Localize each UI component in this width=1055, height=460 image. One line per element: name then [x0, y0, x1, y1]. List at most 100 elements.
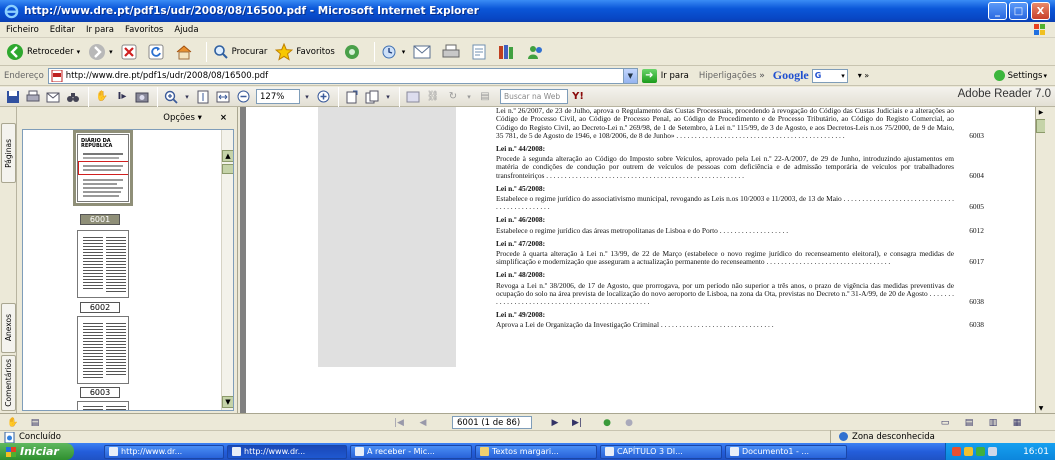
doc-scroll-thumb[interactable] — [1036, 119, 1045, 133]
zoom-in-icon[interactable] — [162, 89, 180, 105]
yahoo-search-icon[interactable]: Y! — [568, 89, 588, 105]
page-thumbnail-3[interactable] — [77, 316, 129, 384]
zoom-dropdown-icon[interactable]: ▾ — [302, 89, 312, 105]
bookmark-icon[interactable]: ▤ — [476, 89, 494, 105]
snapshot-icon[interactable] — [133, 89, 151, 105]
hand-tool-icon[interactable]: ✋ — [93, 89, 111, 105]
refresh-button[interactable] — [146, 41, 169, 63]
edit-button[interactable] — [469, 41, 492, 63]
document-view[interactable]: Primeira alteração, por apreciação parla… — [240, 107, 1045, 413]
email-icon[interactable] — [44, 89, 62, 105]
zoom-out-circle-icon[interactable] — [234, 89, 252, 105]
menu-favoritos[interactable]: Favoritos — [125, 25, 163, 35]
page-number-input[interactable]: 6001 (1 de 86) — [452, 416, 532, 429]
layout-icon[interactable]: ▤ — [28, 416, 42, 429]
pages-icon[interactable] — [363, 89, 381, 105]
menu-editar[interactable]: Editar — [50, 25, 75, 35]
search-web-input[interactable]: Buscar na Web — [500, 89, 568, 104]
google-toolbar-chevron-icon[interactable]: ▾ » — [858, 71, 869, 80]
zoom-in-circle-icon[interactable] — [314, 89, 332, 105]
task-ie-2[interactable]: http://www.dr... — [227, 444, 347, 459]
search-button[interactable]: Procurar — [211, 41, 270, 63]
page-thumbnail-1[interactable]: DIÁRIO DA REPÚBLICA — [73, 130, 133, 206]
tray-network-icon[interactable] — [964, 447, 973, 456]
page-thumbnail-4[interactable] — [77, 401, 129, 410]
task-word-1[interactable]: CAPÍTULO 3 DI... — [600, 444, 722, 459]
tray-volume-icon[interactable] — [988, 447, 997, 456]
rotate-icon[interactable] — [343, 89, 361, 105]
task-ie-1[interactable]: http://www.dr... — [104, 444, 224, 459]
continuous-facing-icon[interactable]: ▦ — [1010, 416, 1024, 429]
link-icon[interactable]: ⛓ — [424, 89, 442, 105]
task-word-2[interactable]: Documento1 - ... — [725, 444, 847, 459]
web-search-icon[interactable] — [404, 89, 422, 105]
title-bar[interactable]: http://www.dre.pt/pdf1s/udr/2008/08/1650… — [0, 0, 1055, 22]
links-chevron-icon[interactable]: » — [759, 71, 765, 81]
media-button[interactable] — [341, 41, 366, 63]
visible-area-frame[interactable] — [78, 161, 128, 175]
first-page-icon[interactable]: |◀ — [392, 416, 406, 429]
last-page-icon[interactable]: ▶| — [570, 416, 584, 429]
single-page-icon[interactable]: ▭ — [938, 416, 952, 429]
search-options-dropdown-icon[interactable]: ▾ — [464, 89, 474, 105]
clock[interactable]: 16:01 — [1023, 447, 1049, 457]
home-button[interactable] — [173, 41, 198, 63]
favorites-button[interactable]: Favoritos — [273, 41, 336, 63]
fit-width-icon[interactable] — [214, 89, 232, 105]
mail-button[interactable] — [411, 41, 436, 63]
minimize-button[interactable]: _ — [988, 2, 1007, 20]
options-menu[interactable]: Opções ▾ — [163, 113, 202, 123]
zoom-tool-dropdown-icon[interactable]: ▾ — [182, 89, 192, 105]
history-button[interactable]: ▾ — [379, 41, 408, 63]
forward-dropdown-icon[interactable]: ▾ — [109, 48, 113, 56]
tab-attachments[interactable]: Anexos — [1, 303, 16, 353]
hand-status-icon[interactable]: ✋ — [6, 416, 20, 429]
refresh-search-icon[interactable]: ↻ — [444, 89, 462, 105]
continuous-icon[interactable]: ▤ — [962, 416, 976, 429]
menu-ficheiro[interactable]: Ficheiro — [6, 25, 39, 35]
facing-icon[interactable]: ▥ — [986, 416, 1000, 429]
start-button[interactable]: Iniciar — [0, 443, 74, 460]
back-button[interactable]: Retroceder ▾ — [4, 41, 82, 63]
print-icon[interactable] — [24, 89, 42, 105]
address-input[interactable]: http://www.dre.pt/pdf1s/udr/2008/08/1650… — [47, 67, 638, 84]
tab-pages[interactable]: Páginas — [1, 123, 16, 183]
next-page-icon[interactable]: ▶ — [548, 416, 562, 429]
scroll-thumb[interactable] — [222, 164, 233, 174]
close-button[interactable]: X — [1031, 2, 1050, 20]
google-search-dropdown[interactable]: G ▾ — [811, 68, 848, 83]
address-dropdown-icon[interactable]: ▼ — [622, 68, 637, 83]
save-icon[interactable] — [4, 89, 22, 105]
tray-antivirus-icon[interactable] — [976, 447, 985, 456]
close-panel-button[interactable]: × — [220, 113, 227, 123]
forward-button[interactable]: ▾ — [86, 41, 115, 63]
task-outlook[interactable]: A receber - Mic... — [350, 444, 472, 459]
links-toolbar[interactable]: Hiperligações » — [699, 71, 765, 81]
history-dropdown-icon[interactable]: ▾ — [402, 48, 406, 56]
page-thumbnail-2[interactable] — [77, 230, 129, 298]
tab-comments[interactable]: Comentários — [1, 355, 16, 411]
stop-button[interactable] — [119, 41, 142, 63]
settings-button[interactable]: Settings ▾ — [993, 70, 1047, 81]
thumbnails-scrollbar[interactable]: ▲ ▼ — [221, 130, 233, 410]
menu-ir-para[interactable]: Ir para — [86, 25, 114, 35]
pages-dropdown-icon[interactable]: ▾ — [383, 89, 393, 105]
go-button[interactable]: ➜ Ir para — [641, 68, 689, 83]
next-view-icon[interactable]: ● — [622, 416, 636, 429]
maximize-button[interactable]: □ — [1009, 2, 1028, 20]
print-button[interactable] — [440, 41, 465, 63]
scroll-down-arrow-icon[interactable]: ▼ — [222, 396, 233, 408]
back-dropdown-icon[interactable]: ▾ — [77, 48, 81, 56]
zoom-level-input[interactable]: 127% — [256, 89, 300, 104]
previous-page-icon[interactable]: ◀ — [416, 416, 430, 429]
doc-scroll-down-icon[interactable]: ▼ — [1036, 403, 1045, 413]
messenger-button[interactable] — [525, 41, 550, 63]
select-text-icon[interactable]: I ▸ — [113, 89, 131, 105]
task-folder[interactable]: Textos margari... — [475, 444, 597, 459]
find-binoculars-icon[interactable] — [64, 89, 82, 105]
document-scrollbar[interactable]: ▶ ▼ — [1035, 107, 1045, 413]
tray-app-icon[interactable] — [952, 447, 961, 456]
previous-view-icon[interactable]: ● — [600, 416, 614, 429]
scroll-up-arrow-icon[interactable]: ▲ — [222, 150, 233, 162]
actual-size-icon[interactable] — [194, 89, 212, 105]
